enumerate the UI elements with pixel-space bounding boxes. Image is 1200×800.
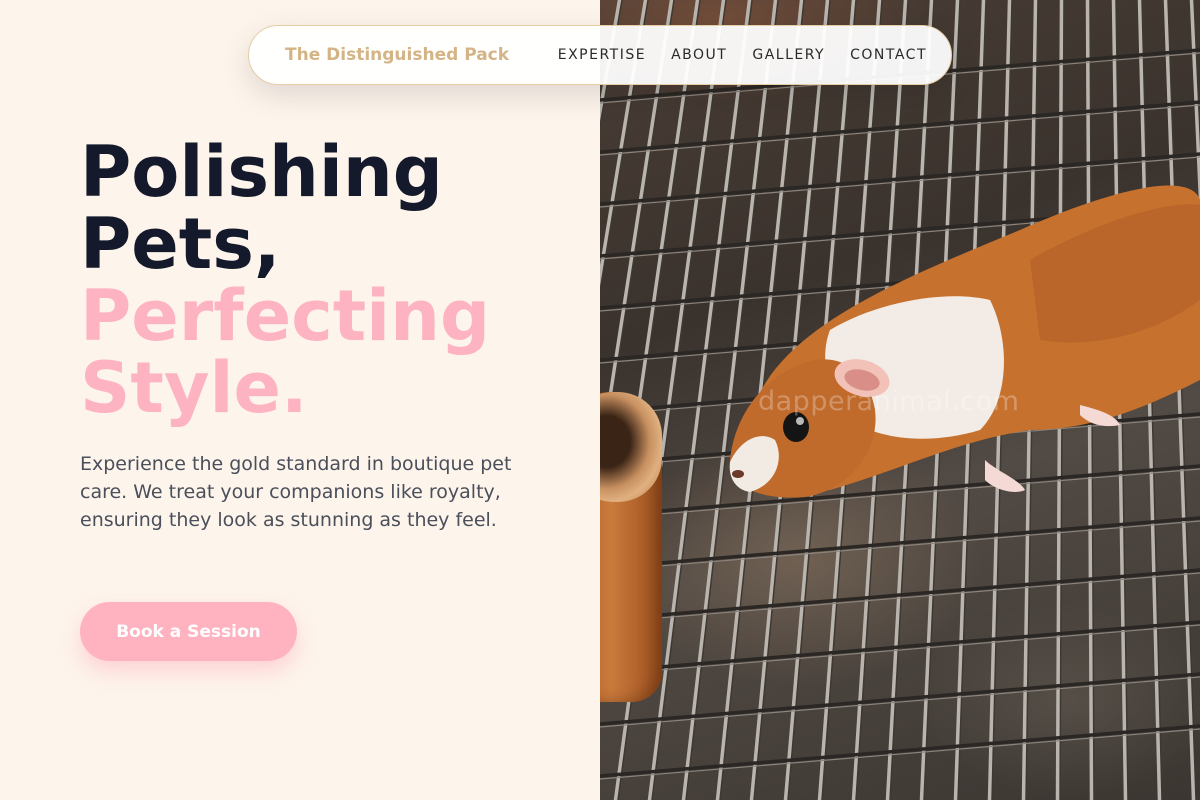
hero-heading-line-1: Polishing [80, 131, 443, 213]
hero-photo: dapperanimal.com [600, 0, 1200, 800]
brand-logo-text[interactable]: The Distinguished Pack [285, 45, 509, 65]
hero-heading: Polishing Pets, Perfecting Style. [80, 136, 580, 424]
nav-link-about[interactable]: ABOUT [671, 47, 727, 63]
hero-heading-line-4: Style. [80, 347, 308, 429]
hero-heading-line-3: Perfecting [80, 275, 491, 357]
nav-link-gallery[interactable]: GALLERY [752, 47, 825, 63]
hero-heading-line-2: Pets, [80, 203, 281, 285]
nav-links: EXPERTISE ABOUT GALLERY CONTACT [558, 47, 927, 63]
top-navbar: The Distinguished Pack EXPERTISE ABOUT G… [248, 25, 952, 85]
nav-link-expertise[interactable]: EXPERTISE [558, 47, 646, 63]
nav-link-contact[interactable]: CONTACT [850, 47, 927, 63]
book-session-button[interactable]: Book a Session [80, 602, 297, 661]
hero-description: Experience the gold standard in boutique… [80, 453, 512, 531]
photo-watermark: dapperanimal.com [758, 386, 1020, 417]
